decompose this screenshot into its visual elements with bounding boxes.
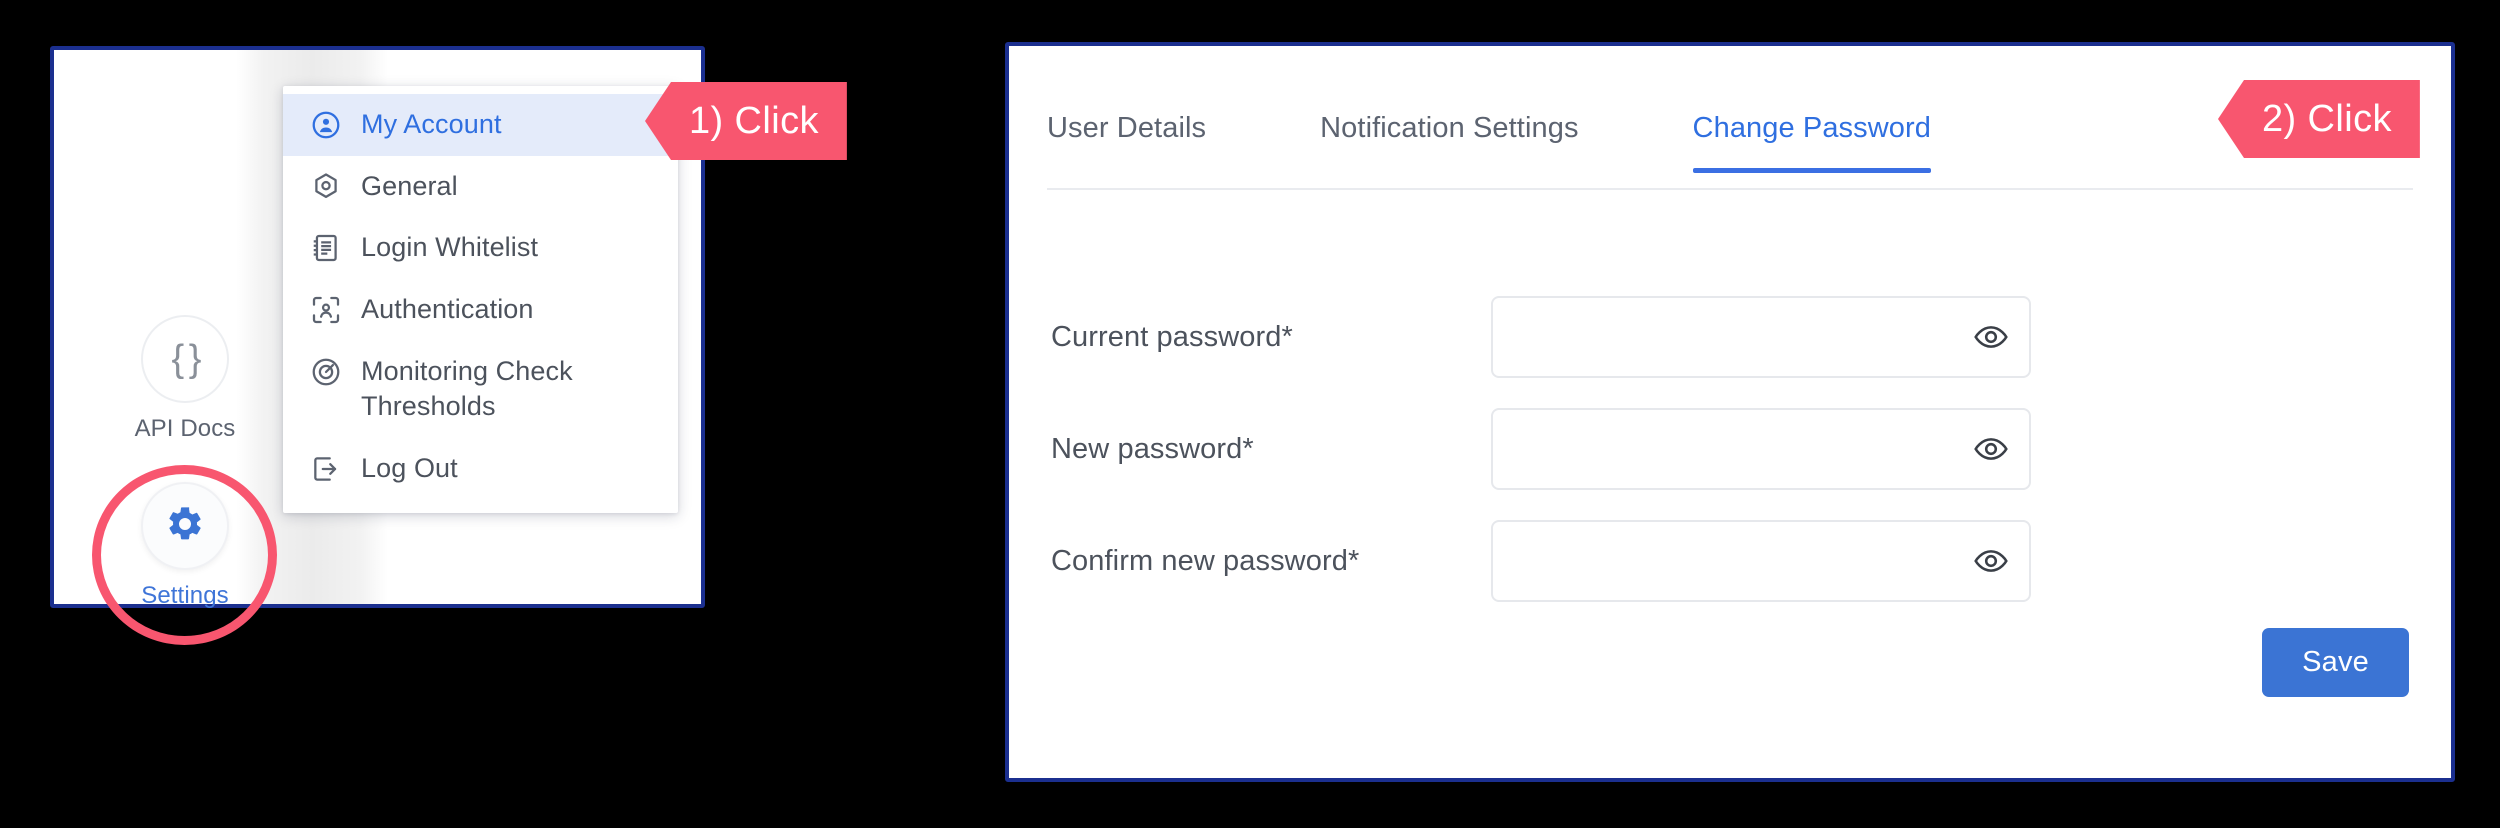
tab-notification-settings[interactable]: Notification Settings: [1320, 98, 1578, 171]
change-password-form: Current password* New password* Confirm …: [1051, 296, 2409, 632]
menu-item-monitoring-check-thresholds[interactable]: Monitoring Check Thresholds: [283, 341, 678, 438]
rail-label-api-docs: API Docs: [134, 415, 236, 442]
eye-icon-new-password[interactable]: [1969, 427, 2013, 471]
tabs-bar: User Details Notification Settings Chang…: [1047, 98, 2413, 190]
gear-icon: [165, 504, 205, 549]
api-docs-circle: { }: [141, 315, 229, 403]
rail-item-settings[interactable]: Settings: [110, 482, 260, 610]
settings-circle: [141, 482, 229, 570]
rail-item-api-docs[interactable]: { } API Docs: [110, 315, 260, 443]
menu-label-my-account: My Account: [361, 109, 502, 139]
menu-item-login-whitelist[interactable]: Login Whitelist: [283, 217, 678, 279]
menu-label-log-out: Log Out: [361, 452, 458, 483]
menu-item-my-account[interactable]: My Account: [283, 94, 678, 156]
rail-label-settings: Settings: [141, 582, 229, 609]
current-password-input[interactable]: [1491, 296, 2031, 378]
field-row-new-password: New password*: [1051, 408, 2409, 490]
account-circle-icon: [309, 108, 343, 142]
confirm-new-password-input[interactable]: [1491, 520, 2031, 602]
eye-icon-confirm-new-password[interactable]: [1969, 539, 2013, 583]
logout-arrow-icon: [309, 452, 343, 486]
new-password-input[interactable]: [1491, 408, 2031, 490]
input-wrap-confirm-new-password: [1491, 520, 2031, 602]
input-wrap-current-password: [1491, 296, 2031, 378]
tab-user-details[interactable]: User Details: [1047, 98, 1206, 171]
menu-item-log-out[interactable]: Log Out: [283, 438, 678, 500]
menu-label-authentication: Authentication: [361, 293, 534, 324]
change-password-panel-screenshot: User Details Notification Settings Chang…: [1005, 42, 2455, 782]
field-row-confirm-new-password: Confirm new password*: [1051, 520, 2409, 602]
settings-dropdown-menu: My Account General Login Whitelist Authe…: [283, 86, 678, 514]
callout-step-2: 2) Click: [2218, 80, 2420, 158]
notebook-list-icon: [309, 231, 343, 265]
code-braces-icon: { }: [171, 338, 202, 380]
menu-label-login-whitelist: Login Whitelist: [361, 232, 539, 263]
menu-label-general: General: [361, 170, 458, 201]
face-scan-icon: [309, 293, 343, 327]
callout-step-1: 1) Click: [645, 82, 847, 160]
tab-change-password[interactable]: Change Password: [1692, 98, 1932, 173]
menu-item-general[interactable]: General: [283, 156, 678, 218]
menu-label-monitoring-check-thresholds: Monitoring Check Thresholds: [361, 355, 573, 422]
menu-item-authentication[interactable]: Authentication: [283, 279, 678, 341]
settings-panel-screenshot: { } API Docs Settings My Account General…: [50, 46, 705, 645]
target-radar-icon: [309, 355, 343, 389]
eye-icon-current-password[interactable]: [1969, 315, 2013, 359]
label-current-password: Current password*: [1051, 320, 1293, 353]
hexagon-settings-icon: [309, 170, 343, 204]
input-wrap-new-password: [1491, 408, 2031, 490]
field-row-current-password: Current password*: [1051, 296, 2409, 378]
label-new-password: New password*: [1051, 432, 1254, 465]
save-button[interactable]: Save: [2262, 628, 2409, 697]
label-confirm-new-password: Confirm new password*: [1051, 544, 1360, 577]
save-button-row: Save: [2262, 628, 2409, 697]
